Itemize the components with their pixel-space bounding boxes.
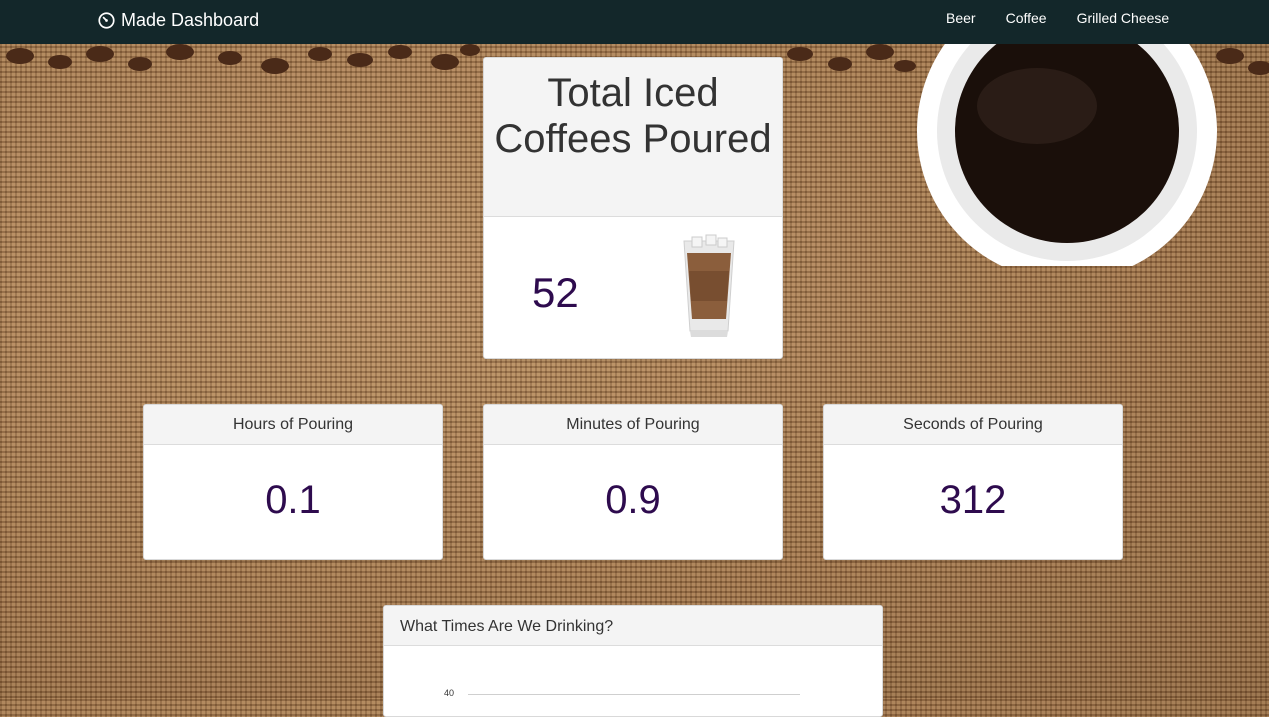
nav-link-grilled-cheese[interactable]: Grilled Cheese [1077,10,1170,26]
chart-gridline [468,694,800,695]
panel-title: Minutes of Pouring [484,405,782,445]
dashboard-gauge-icon [98,11,115,29]
nav-links: Beer Coffee Grilled Cheese [946,10,1199,26]
nav-link-beer[interactable]: Beer [946,10,976,26]
total-count-value: 52 [532,269,579,316]
panel-title: Hours of Pouring [144,405,442,445]
stat-value: 312 [939,478,1007,522]
panel-title: What Times Are We Drinking? [384,606,882,646]
hours-of-pouring-panel: Hours of Pouring 0.1 [143,404,443,560]
panel-title: Total Iced Coffees Poured [484,58,782,217]
brand-link[interactable]: Made Dashboard [98,9,259,31]
coffee-cup-image [917,36,1217,266]
top-navbar: Made Dashboard Beer Coffee Grilled Chees… [0,0,1269,44]
iced-coffee-glass-icon [683,234,735,337]
drinking-times-chart-panel: What Times Are We Drinking? 40 [383,605,883,717]
minutes-of-pouring-panel: Minutes of Pouring 0.9 [483,404,783,560]
brand-label: Made Dashboard [121,9,260,30]
panel-body: 52 [484,217,782,357]
nav-link-coffee[interactable]: Coffee [1006,10,1047,26]
stat-value: 0.9 [605,478,661,522]
stat-value: 0.1 [265,478,321,522]
y-axis-tick-label: 40 [444,688,455,698]
chart-area: 40 [384,646,882,716]
seconds-of-pouring-panel: Seconds of Pouring 312 [823,404,1123,560]
panel-title: Seconds of Pouring [824,405,1122,445]
total-iced-coffees-panel: Total Iced Coffees Poured 52 [483,57,783,359]
